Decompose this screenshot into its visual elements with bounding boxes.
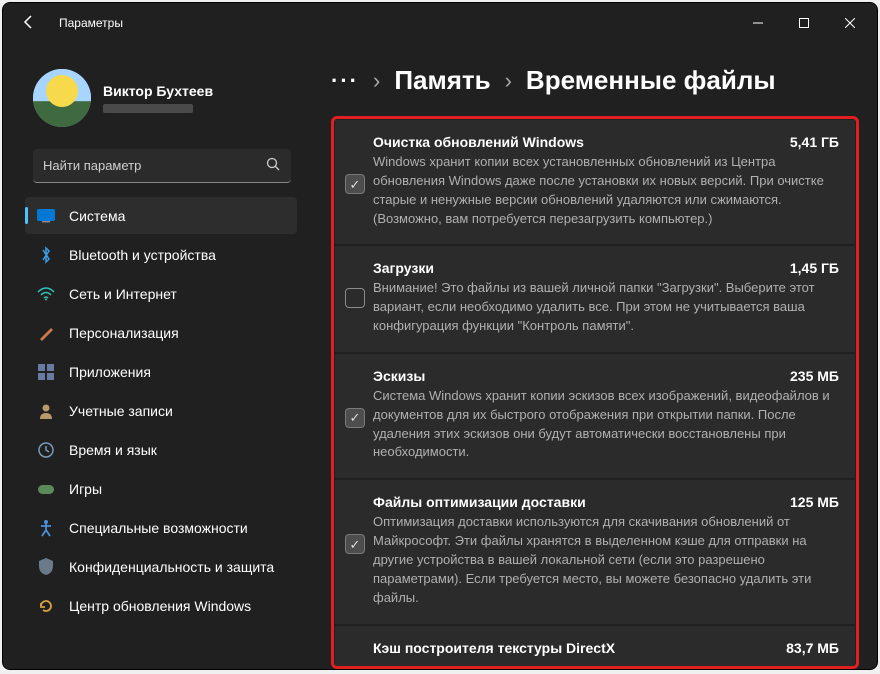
item-downloads[interactable]: Загрузки 1,45 ГБ Внимание! Это файлы из … [335,246,855,354]
nav-accounts[interactable]: Учетные записи [25,392,297,429]
item-description: Система Windows хранит копии эскизов все… [373,387,839,462]
sidebar: Виктор Бухтеев Найти параметр Система Bl… [3,43,313,669]
main-content: ··· › Память › Временные файлы Очистка о… [313,43,877,669]
settings-window: Параметры Виктор Бухтеев Найти параметр [2,2,878,670]
nav-gaming[interactable]: Игры [25,470,297,507]
nav-bluetooth[interactable]: Bluetooth и устройства [25,236,297,273]
item-directx-shader-cache[interactable]: Кэш построителя текстуры DirectX 83,7 МБ [335,626,855,668]
checkbox[interactable] [345,534,365,554]
nav-label: Персонализация [69,325,179,341]
nav-label: Конфиденциальность и защита [69,559,274,575]
nav-list: Система Bluetooth и устройства Сеть и Ин… [11,197,305,626]
item-thumbnails[interactable]: Эскизы 235 МБ Система Windows хранит коп… [335,354,855,480]
nav-network[interactable]: Сеть и Интернет [25,275,297,312]
nav-privacy[interactable]: Конфиденциальность и защита [25,548,297,585]
chevron-right-icon: › [505,68,512,94]
nav-label: Учетные записи [69,403,173,419]
item-size: 1,45 ГБ [790,260,839,276]
breadcrumb-temp-files: Временные файлы [526,65,776,96]
minimize-button[interactable] [735,7,781,39]
back-button[interactable] [17,15,41,32]
search-placeholder: Найти параметр [43,158,266,173]
brush-icon [37,324,55,342]
item-title: Загрузки [373,260,434,276]
nav-system[interactable]: Система [25,197,297,234]
nav-personalization[interactable]: Персонализация [25,314,297,351]
maximize-button[interactable] [781,7,827,39]
breadcrumb: ··· › Память › Временные файлы [331,65,859,116]
item-size: 83,7 МБ [786,640,839,656]
temp-files-list: Очистка обновлений Windows 5,41 ГБ Windo… [331,116,859,669]
shield-icon [37,558,55,576]
chevron-right-icon: › [373,68,380,94]
nav-label: Время и язык [69,442,157,458]
wifi-icon [37,285,55,303]
item-delivery-optimization[interactable]: Файлы оптимизации доставки 125 МБ Оптими… [335,480,855,625]
nav-accessibility[interactable]: Специальные возможности [25,509,297,546]
nav-label: Центр обновления Windows [69,598,251,614]
accessibility-icon [37,519,55,537]
nav-label: Приложения [69,364,151,380]
item-title: Очистка обновлений Windows [373,134,584,150]
search-icon [266,157,281,175]
game-icon [37,480,55,498]
search-input[interactable]: Найти параметр [33,149,291,183]
nav-label: Игры [69,481,102,497]
nav-apps[interactable]: Приложения [25,353,297,390]
user-name: Виктор Бухтеев [103,83,213,99]
nav-label: Специальные возможности [69,520,248,536]
checkbox[interactable] [345,288,365,308]
item-title: Эскизы [373,368,425,384]
item-size: 5,41 ГБ [790,134,839,150]
item-title: Кэш построителя текстуры DirectX [373,640,615,656]
close-button[interactable] [827,7,873,39]
item-description: Внимание! Это файлы из вашей личной папк… [373,279,839,336]
titlebar: Параметры [3,3,877,43]
item-description: Оптимизация доставки используются для ск… [373,513,839,607]
nav-label: Система [69,208,125,224]
avatar [33,69,91,127]
item-title: Файлы оптимизации доставки [373,494,586,510]
person-icon [37,402,55,420]
update-icon [37,597,55,615]
nav-windows-update[interactable]: Центр обновления Windows [25,587,297,624]
item-size: 125 МБ [790,494,839,510]
breadcrumb-storage[interactable]: Память [394,65,490,96]
checkbox[interactable] [345,408,365,428]
item-size: 235 МБ [790,368,839,384]
nav-label: Сеть и Интернет [69,286,177,302]
checkbox[interactable] [345,174,365,194]
item-description: Windows хранит копии всех установленных … [373,153,839,228]
nav-label: Bluetooth и устройства [69,247,216,263]
user-email-placeholder [103,104,193,113]
profile-block[interactable]: Виктор Бухтеев [11,43,305,145]
app-title: Параметры [59,16,123,30]
bluetooth-icon [37,246,55,264]
monitor-icon [37,207,55,225]
apps-icon [37,363,55,381]
item-windows-update-cleanup[interactable]: Очистка обновлений Windows 5,41 ГБ Windo… [335,120,855,246]
clock-icon [37,441,55,459]
breadcrumb-overflow[interactable]: ··· [331,68,359,94]
nav-time-language[interactable]: Время и язык [25,431,297,468]
